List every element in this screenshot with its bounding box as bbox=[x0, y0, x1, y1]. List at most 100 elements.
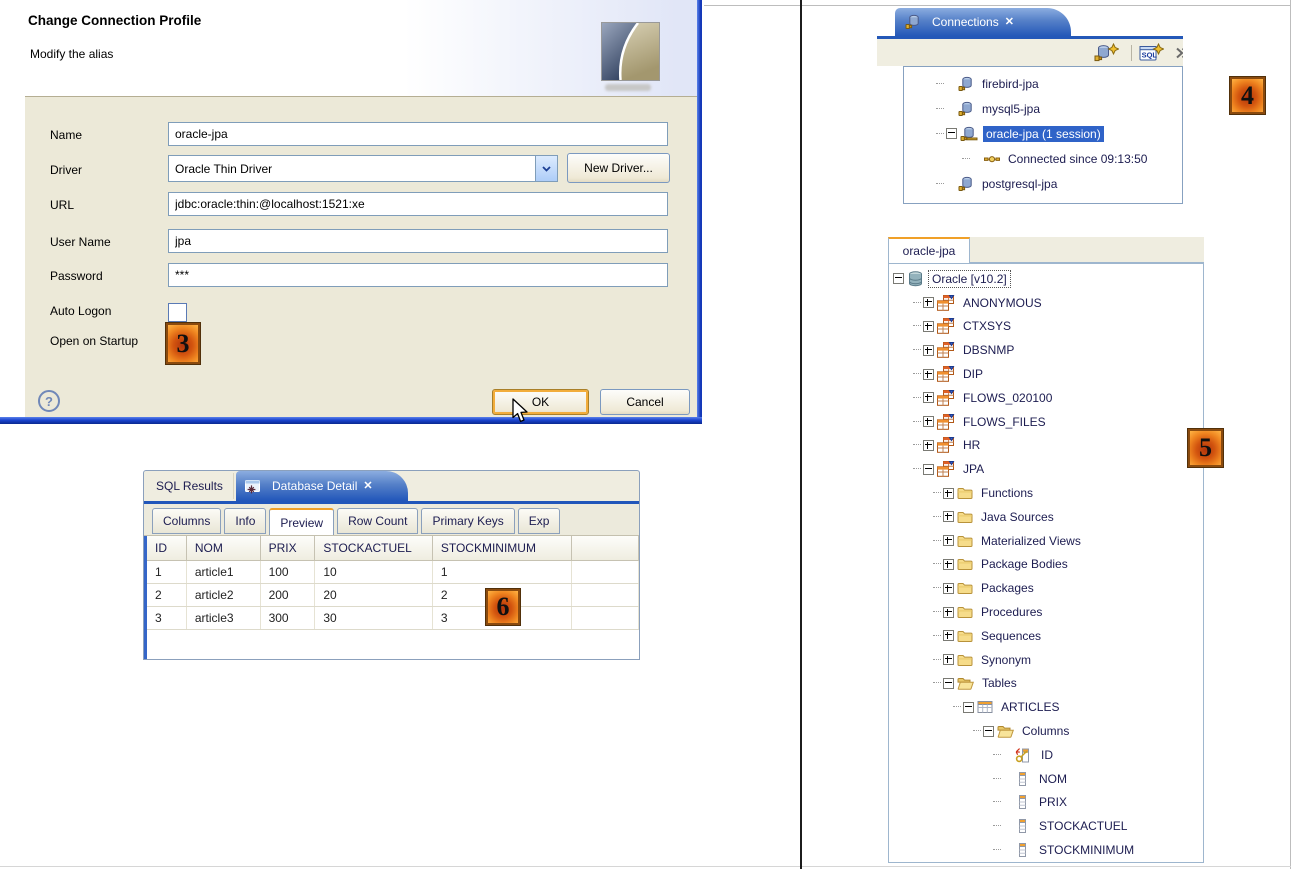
tree-item-label[interactable]: Procedures bbox=[978, 604, 1045, 620]
tree-item-label[interactable]: Packages bbox=[978, 580, 1037, 596]
connection-profile-connected-icon bbox=[960, 126, 978, 142]
tree-item-label[interactable]: STOCKACTUEL bbox=[1036, 818, 1130, 834]
expand-plus-icon[interactable] bbox=[923, 369, 934, 380]
expand-plus-icon[interactable] bbox=[923, 392, 934, 403]
tree-item-label[interactable]: NOM bbox=[1036, 771, 1070, 787]
tree-item-label[interactable]: mysql5-jpa bbox=[979, 101, 1043, 117]
annotation-badge-3: 3 bbox=[166, 323, 200, 364]
tree-item-label[interactable]: firebird-jpa bbox=[979, 76, 1042, 92]
tab-sql-results[interactable]: SQL Results bbox=[146, 473, 234, 499]
tree-row: FLOWS_FILES bbox=[889, 410, 1203, 434]
tree-item-label[interactable]: Materialized Views bbox=[978, 533, 1084, 549]
collapse-minus-icon[interactable] bbox=[946, 128, 957, 139]
chevron-down-icon[interactable] bbox=[535, 156, 557, 181]
tree-item-label[interactable]: Oracle [v10.2] bbox=[929, 271, 1010, 287]
tab-connections[interactable]: Connections ✕ bbox=[895, 8, 1071, 36]
table-cell: article3 bbox=[187, 607, 261, 629]
expand-plus-icon[interactable] bbox=[923, 345, 934, 356]
tree-item-label[interactable]: ID bbox=[1038, 747, 1056, 763]
password-input[interactable] bbox=[168, 263, 668, 287]
table-row[interactable]: 3article3300303 bbox=[147, 607, 639, 630]
expand-plus-icon[interactable] bbox=[943, 654, 954, 665]
tree-item-label[interactable]: Columns bbox=[1019, 723, 1072, 739]
close-icon[interactable]: ✕ bbox=[363, 481, 372, 492]
close-icon[interactable]: ✕ bbox=[1005, 17, 1014, 28]
username-input[interactable] bbox=[168, 229, 668, 253]
subtab-columns[interactable]: Columns bbox=[152, 508, 221, 534]
tree-item-label[interactable]: Connected since 09:13:50 bbox=[1005, 151, 1150, 167]
table-cell: 20 bbox=[315, 584, 433, 606]
collapse-minus-icon[interactable] bbox=[963, 702, 974, 713]
tree-row: DBSNMP bbox=[889, 338, 1203, 362]
column-header[interactable]: NOM bbox=[187, 536, 261, 560]
collapse-minus-icon[interactable] bbox=[923, 464, 934, 475]
column-header[interactable]: STOCKMINIMUM bbox=[433, 536, 572, 560]
ok-button[interactable]: OK bbox=[492, 389, 589, 415]
expand-plus-icon[interactable] bbox=[923, 297, 934, 308]
new-driver-button[interactable]: New Driver... bbox=[567, 153, 670, 183]
tree-item-label[interactable]: Tables bbox=[979, 675, 1020, 691]
new-connection-profile-icon[interactable] bbox=[1094, 43, 1119, 63]
table-body: 1article11001012article22002023article33… bbox=[147, 561, 639, 630]
tree-item-label[interactable]: ARTICLES bbox=[998, 699, 1062, 715]
tree-item-label[interactable]: FLOWS_FILES bbox=[960, 414, 1049, 430]
collapse-minus-icon[interactable] bbox=[943, 678, 954, 689]
table-row[interactable]: 1article1100101 bbox=[147, 561, 639, 584]
collapse-minus-icon[interactable] bbox=[983, 726, 994, 737]
expand-plus-icon[interactable] bbox=[923, 440, 934, 451]
expand-plus-icon[interactable] bbox=[923, 416, 934, 427]
expand-plus-icon[interactable] bbox=[943, 511, 954, 522]
column-icon bbox=[1015, 771, 1031, 787]
expand-plus-icon[interactable] bbox=[943, 583, 954, 594]
collapse-minus-icon[interactable] bbox=[893, 273, 904, 284]
expand-plus-icon[interactable] bbox=[943, 607, 954, 618]
column-header[interactable]: ID bbox=[147, 536, 187, 560]
table-cell bbox=[572, 561, 639, 583]
tree-item-label[interactable]: Sequences bbox=[978, 628, 1044, 644]
tree-item-label[interactable]: DBSNMP bbox=[960, 342, 1017, 358]
column-header[interactable]: PRIX bbox=[261, 536, 316, 560]
expand-plus-icon[interactable] bbox=[943, 535, 954, 546]
tree-item-label[interactable]: Functions bbox=[978, 485, 1036, 501]
subtab-primary-keys[interactable]: Primary Keys bbox=[421, 508, 514, 534]
expand-plus-icon[interactable] bbox=[943, 488, 954, 499]
url-input[interactable] bbox=[168, 192, 668, 216]
tree-item-label[interactable]: Package Bodies bbox=[978, 556, 1071, 572]
help-icon[interactable]: ? bbox=[38, 390, 60, 412]
cancel-button[interactable]: Cancel bbox=[600, 389, 690, 415]
tree-item-label[interactable]: JPA bbox=[960, 461, 987, 477]
subtab-exp[interactable]: Exp bbox=[518, 508, 561, 534]
connections-tree: firebird-jpa mysql5-jpa oracle-jpa (1 sess… bbox=[903, 66, 1183, 204]
tab-database-detail[interactable]: Database Detail ✕ bbox=[236, 471, 408, 501]
folder-icon bbox=[957, 509, 973, 525]
subtab-preview[interactable]: Preview bbox=[269, 508, 334, 536]
auto-logon-checkbox[interactable] bbox=[168, 303, 187, 322]
expand-plus-icon[interactable] bbox=[943, 559, 954, 570]
tree-item-label[interactable]: HR bbox=[960, 437, 983, 453]
tab-oracle-jpa[interactable]: oracle-jpa bbox=[888, 237, 970, 263]
tree-item-label[interactable]: Synonym bbox=[978, 652, 1034, 668]
tree-item-label[interactable]: ANONYMOUS bbox=[960, 295, 1045, 311]
subtab-info[interactable]: Info bbox=[224, 508, 266, 534]
column-header[interactable] bbox=[572, 536, 639, 560]
table-cell: 100 bbox=[261, 561, 316, 583]
subtab-row-count[interactable]: Row Count bbox=[337, 508, 418, 534]
expand-plus-icon[interactable] bbox=[943, 630, 954, 641]
expand-plus-icon[interactable] bbox=[923, 321, 934, 332]
tree-item-label[interactable]: postgresql-jpa bbox=[979, 176, 1060, 192]
tree-item-label[interactable]: CTXSYS bbox=[960, 318, 1014, 334]
name-input[interactable] bbox=[168, 122, 668, 146]
tree-item-label[interactable]: Java Sources bbox=[978, 509, 1057, 525]
column-header[interactable]: STOCKACTUEL bbox=[315, 536, 433, 560]
tree-item-label[interactable]: PRIX bbox=[1036, 794, 1070, 810]
table-row[interactable]: 2article2200202 bbox=[147, 584, 639, 607]
more-actions-icon[interactable] bbox=[1176, 45, 1183, 61]
tree-item-label[interactable]: DIP bbox=[960, 366, 986, 382]
open-sql-editor-icon[interactable]: SQL bbox=[1139, 43, 1164, 63]
table-icon bbox=[977, 699, 993, 715]
schema-icon bbox=[937, 390, 955, 406]
driver-combobox[interactable]: Oracle Thin Driver bbox=[168, 155, 558, 182]
tree-item-label[interactable]: STOCKMINIMUM bbox=[1036, 842, 1137, 858]
tree-item-label[interactable]: oracle-jpa (1 session) bbox=[983, 126, 1104, 142]
tree-item-label[interactable]: FLOWS_020100 bbox=[960, 390, 1055, 406]
